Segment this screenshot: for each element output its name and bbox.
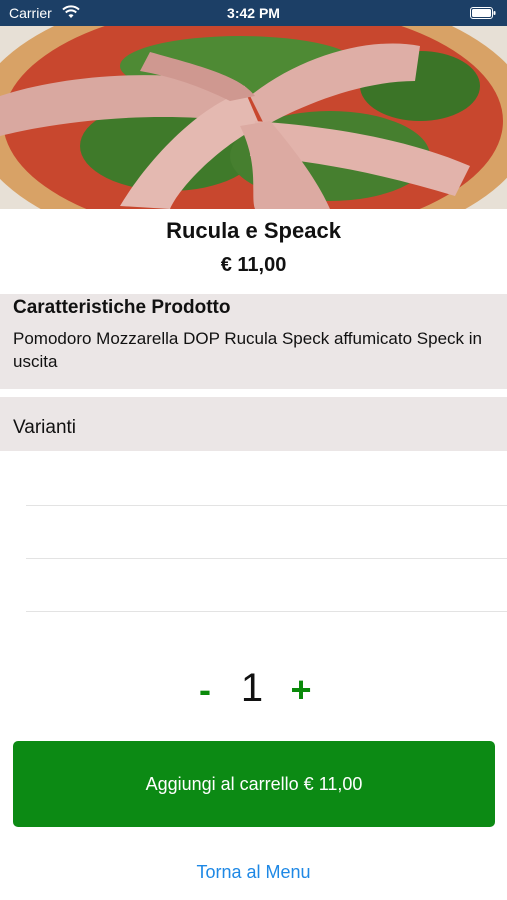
variant-row-divider xyxy=(26,505,507,506)
variants-heading: Varianti xyxy=(13,417,77,438)
quantity-increase-button[interactable]: + xyxy=(286,668,316,712)
battery-icon xyxy=(470,7,496,19)
status-bar: Carrier 3:42 PM xyxy=(0,0,507,26)
features-section: Caratteristiche Prodotto Pomodoro Mozzar… xyxy=(0,294,507,389)
quantity-decrease-button[interactable]: - xyxy=(193,668,217,712)
quantity-value: 1 xyxy=(240,666,264,710)
product-image xyxy=(0,26,507,209)
back-to-menu-link[interactable]: Torna al Menu xyxy=(0,862,507,883)
variants-section: Varianti xyxy=(0,397,507,451)
features-description: Pomodoro Mozzarella DOP Rucula Speck aff… xyxy=(13,329,482,371)
product-price: € 11,00 xyxy=(220,254,287,276)
add-to-cart-button[interactable]: Aggiungi al carrello € 11,00 xyxy=(13,741,495,827)
status-time: 3:42 PM xyxy=(227,5,280,21)
features-heading: Caratteristiche Prodotto xyxy=(13,297,231,318)
product-title: Rucula e Speack xyxy=(166,218,341,243)
variant-row-divider xyxy=(26,558,507,559)
add-to-cart-label: Aggiungi al carrello € 11,00 xyxy=(145,773,363,794)
variant-row-divider xyxy=(26,611,507,612)
